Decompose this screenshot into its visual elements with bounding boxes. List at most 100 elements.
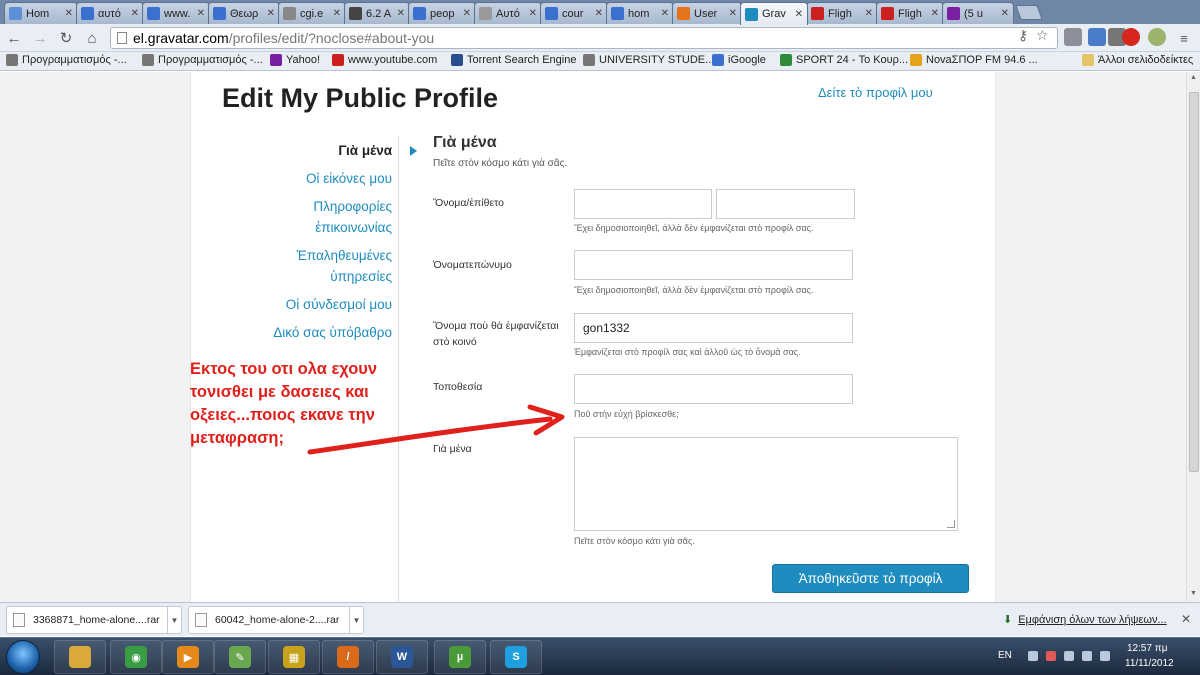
bookmark-item[interactable]: www.youtube.com xyxy=(332,54,437,66)
tab-close-icon[interactable]: ✕ xyxy=(463,8,471,19)
tab-close-icon[interactable]: ✕ xyxy=(333,8,341,19)
browser-tab[interactable]: Αυτό ✕ xyxy=(474,2,542,24)
browser-tab[interactable]: (5 u ✕ xyxy=(942,2,1014,24)
taskbar-app-button[interactable]: ◉ xyxy=(110,640,162,674)
wrench-menu-icon[interactable]: ≡ xyxy=(1174,28,1194,48)
scroll-down-icon[interactable]: ▼ xyxy=(1190,590,1197,597)
tab-close-icon[interactable]: ✕ xyxy=(865,8,873,19)
tab-close-icon[interactable]: ✕ xyxy=(131,8,139,19)
taskbar-app-button[interactable]: µ xyxy=(434,640,486,674)
eye-extension-icon[interactable] xyxy=(1148,28,1166,46)
volume-tray-icon[interactable] xyxy=(1082,651,1092,661)
profile-nav-item[interactable]: Ἐπαληθευμένες ὑπηρεσίες xyxy=(292,245,393,287)
tab-close-icon[interactable]: ✕ xyxy=(197,8,205,19)
bookmark-item[interactable]: iGoogle xyxy=(712,54,766,66)
taskbar-app-button[interactable]: ▶ xyxy=(162,640,214,674)
last-name-input[interactable] xyxy=(716,189,855,219)
scroll-up-icon[interactable]: ▲ xyxy=(1190,74,1197,81)
display-name-input[interactable]: gon1332 xyxy=(574,313,853,343)
new-tab-button[interactable] xyxy=(1015,5,1043,20)
download-menu-icon[interactable]: ▼ xyxy=(349,607,363,633)
browser-tab[interactable]: αυτό ✕ xyxy=(76,2,144,24)
taskbar-app-button[interactable]: S xyxy=(490,640,542,674)
view-profile-link[interactable]: Δείτε τὸ προφίλ μου xyxy=(818,85,933,100)
browser-tab[interactable]: cour ✕ xyxy=(540,2,608,24)
tray-arrow-icon[interactable] xyxy=(1028,651,1038,661)
browser-tab[interactable]: Grav ✕ xyxy=(740,2,808,25)
browser-tab[interactable]: Θεωρ ✕ xyxy=(208,2,280,24)
browser-tab[interactable]: Fligh ✕ xyxy=(806,2,878,24)
tab-close-icon[interactable]: ✕ xyxy=(1001,8,1009,19)
about-textarea[interactable] xyxy=(574,437,958,531)
forward-button[interactable]: → xyxy=(30,28,50,48)
clock-date[interactable]: 11/11/2012 xyxy=(1125,658,1174,669)
tab-close-icon[interactable]: ✕ xyxy=(931,8,939,19)
bookmark-item[interactable]: Προγραμματισμός -... xyxy=(6,54,127,66)
download-item[interactable]: 3368871_home-alone....rar ▼ xyxy=(6,606,182,634)
location-input[interactable] xyxy=(574,374,853,404)
bookmark-label: UNIVERSITY STUDE... xyxy=(599,54,715,66)
profile-nav-item[interactable]: Πληροφορίες ἐπικοινωνίας xyxy=(292,196,392,238)
opera-extension-icon[interactable] xyxy=(1122,28,1140,46)
tab-label: cour xyxy=(562,7,584,20)
bookmark-item[interactable]: SPORT 24 - Το Κουρ... xyxy=(780,54,908,66)
browser-tab[interactable]: hom ✕ xyxy=(606,2,674,24)
tab-close-icon[interactable]: ✕ xyxy=(65,8,73,19)
translate-extension-icon[interactable] xyxy=(1088,28,1106,46)
address-bar[interactable]: el.gravatar.com/profiles/edit/?noclose#a… xyxy=(110,27,1058,49)
save-profile-button[interactable]: Ἀποθηκεῦστε τὸ προφίλ xyxy=(772,564,969,593)
tab-close-icon[interactable]: ✕ xyxy=(529,8,537,19)
other-bookmarks[interactable]: Άλλοι σελιδοδείκτες xyxy=(1082,54,1193,66)
browser-tab[interactable]: peop ✕ xyxy=(408,2,476,24)
download-item[interactable]: 60042_home-alone-2....rar ▼ xyxy=(188,606,364,634)
clock-time[interactable]: 12:57 πμ xyxy=(1127,643,1167,654)
close-downloads-icon[interactable]: ✕ xyxy=(1181,612,1191,626)
bookmark-star-icon[interactable]: ☆ xyxy=(1036,27,1049,44)
start-button[interactable] xyxy=(6,640,40,674)
first-name-input[interactable] xyxy=(574,189,712,219)
back-button[interactable]: ← xyxy=(4,28,24,48)
profile-nav-item[interactable]: Οἱ εἰκόνες μου xyxy=(250,168,392,189)
network-tray-icon[interactable] xyxy=(1064,651,1074,661)
key-icon[interactable]: ⚷ xyxy=(1018,27,1028,44)
antivirus-tray-icon[interactable] xyxy=(1046,651,1056,661)
language-indicator[interactable]: EN xyxy=(998,650,1012,661)
flag-tray-icon[interactable] xyxy=(1100,651,1110,661)
home-button[interactable]: ⌂ xyxy=(82,28,102,48)
tab-close-icon[interactable]: ✕ xyxy=(795,9,803,20)
browser-tab[interactable]: Hom ✕ xyxy=(4,2,78,24)
page-scrollbar[interactable]: ▲ ▼ xyxy=(1186,72,1200,602)
browser-tab[interactable]: www. ✕ xyxy=(142,2,210,24)
taskbar-app-button[interactable]: / xyxy=(322,640,374,674)
show-all-downloads-link[interactable]: ⬇ Εμφάνιση όλων των λήψεων... xyxy=(1003,613,1167,627)
browser-tab[interactable]: Fligh ✕ xyxy=(876,2,944,24)
bookmark-item[interactable]: NovaΣΠΟΡ FM 94.6 ... xyxy=(910,54,1038,66)
bookmark-item[interactable]: Προγραμματισμός -... xyxy=(142,54,263,66)
notepad-plus-icon: ✎ xyxy=(229,646,251,668)
tab-close-icon[interactable]: ✕ xyxy=(595,8,603,19)
tab-close-icon[interactable]: ✕ xyxy=(397,8,405,19)
scroll-thumb[interactable] xyxy=(1189,92,1199,472)
bookmark-item[interactable]: Yahoo! xyxy=(270,54,320,66)
profile-nav-item[interactable]: Δικό σας ὑπόβαθρο xyxy=(250,322,392,343)
browser-tab[interactable]: cgi.e ✕ xyxy=(278,2,346,24)
resize-grip-icon[interactable] xyxy=(947,520,955,528)
taskbar-app-button[interactable]: ✎ xyxy=(214,640,266,674)
tab-close-icon[interactable]: ✕ xyxy=(661,8,669,19)
taskbar-app-button[interactable]: W xyxy=(376,640,428,674)
browser-tab[interactable]: User ✕ xyxy=(672,2,742,24)
fullname-input[interactable] xyxy=(574,250,853,280)
browser-tab[interactable]: 6.2 Α ✕ xyxy=(344,2,410,24)
profile-nav-item[interactable]: Γιὰ μένα xyxy=(250,140,392,161)
mail-extension-icon[interactable] xyxy=(1064,28,1082,46)
taskbar-app-button[interactable]: ▦ xyxy=(268,640,320,674)
reload-button[interactable]: ↻ xyxy=(56,28,76,48)
profile-nav-item[interactable]: Οἱ σύνδεσμοί μου xyxy=(250,294,392,315)
bookmark-item[interactable]: Torrent Search Engine xyxy=(451,54,576,66)
tab-close-icon[interactable]: ✕ xyxy=(267,8,275,19)
tab-close-icon[interactable]: ✕ xyxy=(729,8,737,19)
bookmark-item[interactable]: UNIVERSITY STUDE... xyxy=(583,54,714,66)
download-menu-icon[interactable]: ▼ xyxy=(167,607,181,633)
system-tray: EN 12:57 πμ 11/11/2012 xyxy=(990,638,1200,675)
taskbar-app-button[interactable] xyxy=(54,640,106,674)
